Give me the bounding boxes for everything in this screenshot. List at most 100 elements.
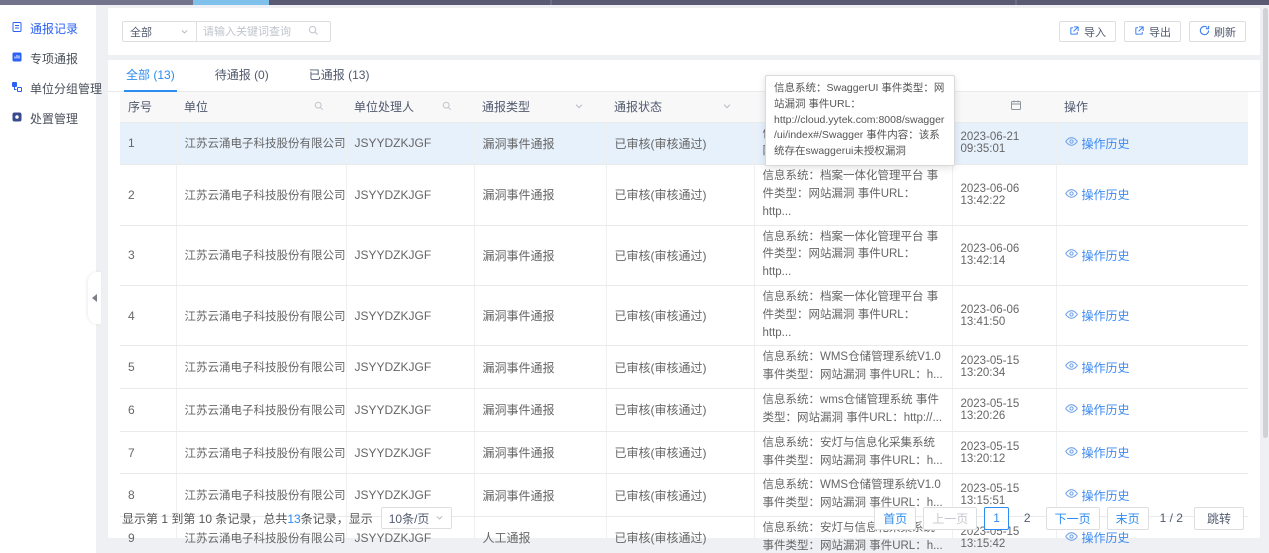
col-time — [952, 92, 1056, 122]
table-row[interactable]: 7 江苏云涌电子科技股份有限公司 JSYYDZKJGF 漏洞事件通报 已审核(审… — [120, 431, 1248, 474]
filter-type-select[interactable]: 全部 — [122, 21, 197, 42]
tab-label: 全部 — [126, 68, 150, 82]
refresh-button[interactable]: 刷新 — [1189, 21, 1246, 42]
sidebar-item-label: 单位分组管理 — [30, 80, 102, 97]
row-action: 操作历史 — [1056, 286, 1248, 346]
sidebar-item-label: 专项通报 — [30, 50, 78, 67]
tab-label: 待通报 — [215, 68, 251, 82]
pagination: 首页 上一页 1 2 下一页 末页 1 / 2 跳转 — [874, 507, 1244, 530]
page-button-1[interactable]: 1 — [984, 507, 1009, 530]
chevron-down-icon — [180, 25, 189, 39]
history-link-label: 操作历史 — [1082, 401, 1130, 418]
row-type: 漏洞事件通报 — [474, 431, 606, 474]
history-link[interactable]: 操作历史 — [1065, 186, 1130, 203]
row-action: 操作历史 — [1056, 165, 1248, 225]
row-action: 操作历史 — [1056, 431, 1248, 474]
special-report-icon — [11, 51, 23, 66]
row-seq: 7 — [120, 431, 176, 474]
prev-page-button[interactable]: 上一页 — [923, 507, 977, 530]
history-link[interactable]: 操作历史 — [1065, 444, 1130, 461]
sidebar-item-unit-group[interactable]: 单位分组管理 — [0, 73, 96, 103]
history-link-label: 操作历史 — [1082, 307, 1130, 324]
table-row[interactable]: 4 江苏云涌电子科技股份有限公司 JSYYDZKJGF 漏洞事件通报 已审核(审… — [120, 286, 1248, 346]
summary-suffix: 条记录，显示 — [301, 512, 373, 526]
sidebar-collapse-handle[interactable] — [88, 272, 101, 324]
toolbar: 全部 导入 导出 刷新 — [108, 8, 1260, 55]
sidebar-item-disposal[interactable]: 处置管理 — [0, 103, 96, 133]
browser-strip-divider — [550, 0, 552, 5]
import-button[interactable]: 导入 — [1059, 21, 1116, 42]
eye-icon — [1065, 135, 1078, 151]
history-link[interactable]: 操作历史 — [1065, 359, 1130, 376]
row-type: 漏洞事件通报 — [474, 225, 606, 285]
eye-icon — [1065, 359, 1078, 375]
row-unit: 江苏云涌电子科技股份有限公司 — [176, 286, 346, 346]
tab-pending[interactable]: 待通报 (0) — [213, 59, 271, 91]
summary-count: 13 — [287, 512, 300, 526]
row-action: 操作历史 — [1056, 122, 1248, 165]
table-header-row: 序号 单位 单位处理人 通报类型 通报状态 — [120, 92, 1248, 122]
table-row[interactable]: 3 江苏云涌电子科技股份有限公司 JSYYDZKJGF 漏洞事件通报 已审核(审… — [120, 225, 1248, 285]
content-panel: 全部 (13) 待通报 (0) 已通报 (13) 序号 单位 单位处理人 — [108, 60, 1260, 538]
row-content: 信息系统：档案一体化管理平台 事件类型：网站漏洞 事件URL：http... — [754, 225, 952, 285]
sidebar-item-special-report[interactable]: 专项通报 — [0, 43, 96, 73]
search-icon[interactable] — [442, 100, 452, 114]
sidebar-item-label: 处置管理 — [30, 110, 78, 127]
next-page-button[interactable]: 下一页 — [1046, 507, 1100, 530]
row-handler: JSYYDZKJGF — [346, 389, 474, 432]
last-page-button[interactable]: 末页 — [1107, 507, 1149, 530]
refresh-button-label: 刷新 — [1214, 24, 1236, 40]
first-page-button[interactable]: 首页 — [874, 507, 916, 530]
search-icon[interactable] — [314, 100, 324, 114]
history-link[interactable]: 操作历史 — [1065, 135, 1130, 152]
search-icon[interactable] — [308, 25, 319, 39]
keyword-search-box — [197, 21, 331, 42]
row-handler: JSYYDZKJGF — [346, 122, 474, 165]
page-indicator: 1 / 2 — [1156, 511, 1187, 525]
history-link[interactable]: 操作历史 — [1065, 401, 1130, 418]
row-status: 已审核(审核通过) — [606, 225, 754, 285]
tab-count: (0) — [254, 68, 269, 82]
col-action: 操作 — [1056, 92, 1248, 122]
table-row[interactable]: 5 江苏云涌电子科技股份有限公司 JSYYDZKJGF 漏洞事件通报 已审核(审… — [120, 346, 1248, 389]
page-size-value: 10条/页 — [389, 510, 430, 527]
row-content: 信息系统：档案一体化管理平台 事件类型：网站漏洞 事件URL：http... — [754, 286, 952, 346]
tab-all[interactable]: 全部 (13) — [124, 59, 177, 91]
page-size-select[interactable]: 10条/页 — [381, 507, 453, 529]
row-handler: JSYYDZKJGF — [346, 225, 474, 285]
eye-icon — [1065, 247, 1078, 263]
event-detail-tooltip: 信息系统：SwaggerUI 事件类型：网站漏洞 事件URL：http://cl… — [765, 75, 955, 166]
col-type: 通报类型 — [474, 92, 606, 122]
row-content: 信息系统：WMS仓储管理系统V1.0 事件类型：网站漏洞 事件URL：h... — [754, 346, 952, 389]
caret-down-icon[interactable] — [574, 100, 584, 114]
keyword-search-input[interactable] — [203, 26, 308, 38]
row-unit: 江苏云涌电子科技股份有限公司 — [176, 389, 346, 432]
history-link[interactable]: 操作历史 — [1065, 307, 1130, 324]
calendar-icon[interactable] — [1010, 99, 1022, 114]
row-action: 操作历史 — [1056, 389, 1248, 432]
sidebar-item-notify-records[interactable]: 通报记录 — [0, 13, 96, 43]
history-link-label: 操作历史 — [1082, 135, 1130, 152]
record-summary: 显示第 1 到第 10 条记录，总共13条记录，显示 10条/页 — [122, 507, 452, 529]
table-row[interactable]: 6 江苏云涌电子科技股份有限公司 JSYYDZKJGF 漏洞事件通报 已审核(审… — [120, 389, 1248, 432]
row-type: 漏洞事件通报 — [474, 389, 606, 432]
table-row[interactable]: 1 江苏云涌电子科技股份有限公司 JSYYDZKJGF 漏洞事件通报 已审核(审… — [120, 122, 1248, 165]
row-time: 2023-05-15 13:20:34 — [952, 346, 1056, 389]
row-seq: 3 — [120, 225, 176, 285]
caret-down-icon[interactable] — [722, 100, 732, 114]
import-icon — [1069, 25, 1080, 39]
row-handler: JSYYDZKJGF — [346, 431, 474, 474]
history-link[interactable]: 操作历史 — [1065, 247, 1130, 264]
tab-count: (13) — [348, 68, 369, 82]
page-button-2[interactable]: 2 — [1016, 511, 1039, 525]
export-button[interactable]: 导出 — [1124, 21, 1181, 42]
tab-notified[interactable]: 已通报 (13) — [307, 59, 372, 91]
row-seq: 4 — [120, 286, 176, 346]
table-row[interactable]: 2 江苏云涌电子科技股份有限公司 JSYYDZKJGF 漏洞事件通报 已审核(审… — [120, 165, 1248, 225]
row-status: 已审核(审核通过) — [606, 286, 754, 346]
row-unit: 江苏云涌电子科技股份有限公司 — [176, 431, 346, 474]
toolbar-buttons: 导入 导出 刷新 — [1059, 21, 1246, 42]
vertical-scrollbar[interactable] — [1263, 8, 1268, 438]
jump-button[interactable]: 跳转 — [1194, 507, 1244, 530]
history-link-label: 操作历史 — [1082, 247, 1130, 264]
